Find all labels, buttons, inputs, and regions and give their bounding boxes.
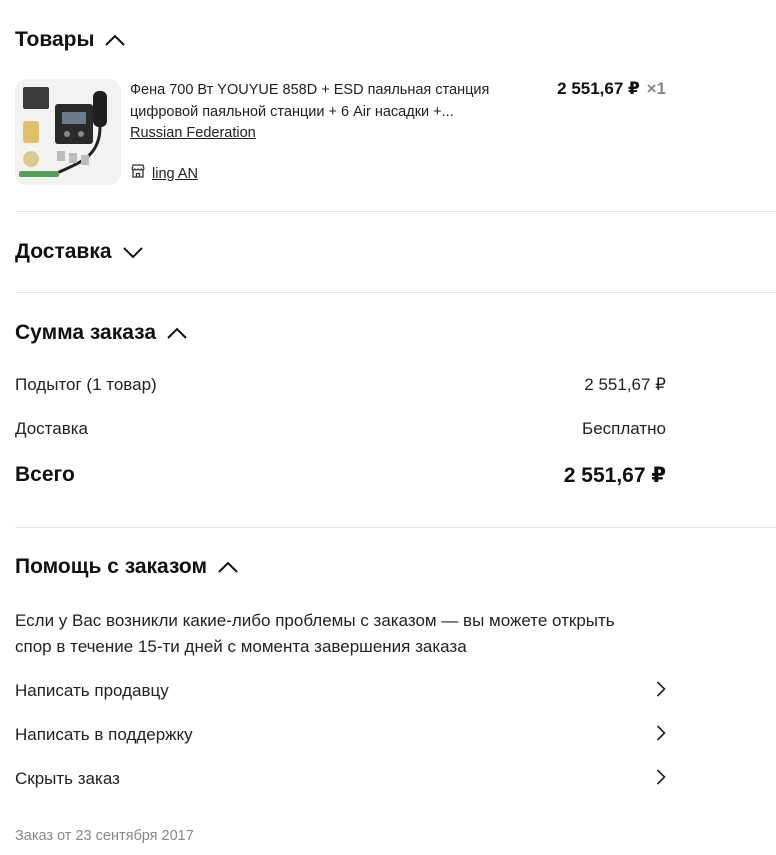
write-support-action[interactable]: Написать в поддержку xyxy=(15,720,666,750)
help-text-line1: Если у Вас возникли какие-либо проблемы … xyxy=(15,611,615,630)
write-seller-label: Написать продавцу xyxy=(15,681,169,700)
delivery-section-header[interactable]: Доставка xyxy=(15,240,144,264)
order-details-page: Товары Фена 700 Вт YOUYUE 858D + ESD пая… xyxy=(0,0,776,855)
country-link[interactable]: Russian Federation xyxy=(130,125,256,141)
hide-order-label: Скрыть заказ xyxy=(15,769,120,788)
seller-link-row[interactable]: ling AN xyxy=(130,163,198,184)
chevron-down-icon xyxy=(122,245,144,259)
product-price: 2 551,67 ₽ ×1 xyxy=(557,79,666,99)
delivery-label: Доставка xyxy=(15,419,89,438)
delivery-section-title: Доставка xyxy=(15,240,112,263)
seller-name[interactable]: ling AN xyxy=(152,166,198,182)
chevron-up-icon xyxy=(166,326,188,340)
product-image[interactable] xyxy=(15,79,121,185)
total-value: 2 551,67 ₽ xyxy=(563,464,666,487)
store-icon xyxy=(130,163,146,184)
order-date: Заказ от 23 сентября 2017 xyxy=(15,828,194,844)
subtotal-value: 2 551,67 ₽ xyxy=(584,375,666,394)
products-section-header[interactable]: Товары xyxy=(15,28,126,52)
subtotal-row: Подытог (1 товар) 2 551,67 ₽ xyxy=(15,375,666,395)
summary-section-header[interactable]: Сумма заказа xyxy=(15,321,188,345)
product-title-line1: Фена 700 Вт YOUYUE 858D + ESD паяльная с… xyxy=(130,82,490,98)
write-seller-action[interactable]: Написать продавцу xyxy=(15,676,666,706)
summary-section-title: Сумма заказа xyxy=(15,321,157,344)
product-quantity: ×1 xyxy=(646,79,666,98)
product-title-line2: цифровой паяльной станции + 6 Air насадк… xyxy=(130,104,454,120)
chevron-up-icon xyxy=(217,560,239,574)
divider xyxy=(15,211,776,212)
divider xyxy=(15,527,776,528)
products-section-title: Товары xyxy=(15,28,95,51)
hide-order-action[interactable]: Скрыть заказ xyxy=(15,764,666,794)
product-country[interactable]: Russian Federation xyxy=(130,124,256,142)
divider xyxy=(15,292,776,293)
product-price-value: 2 551,67 ₽ xyxy=(557,79,640,98)
help-text-line2: спор в течение 15-ти дней с момента заве… xyxy=(15,637,467,656)
total-label: Всего xyxy=(15,463,75,486)
product-title[interactable]: Фена 700 Вт YOUYUE 858D + ESD паяльная с… xyxy=(130,79,525,123)
help-description: Если у Вас возникли какие-либо проблемы … xyxy=(15,608,675,660)
total-row: Всего 2 551,67 ₽ xyxy=(15,463,666,488)
help-section-header[interactable]: Помощь с заказом xyxy=(15,555,239,579)
chevron-right-icon xyxy=(656,680,666,703)
delivery-value: Бесплатно xyxy=(582,419,666,438)
write-support-label: Написать в поддержку xyxy=(15,725,193,744)
delivery-row: Доставка Бесплатно xyxy=(15,419,666,439)
chevron-right-icon xyxy=(656,768,666,791)
chevron-right-icon xyxy=(656,724,666,747)
help-section-title: Помощь с заказом xyxy=(15,555,207,578)
chevron-up-icon xyxy=(104,33,126,47)
subtotal-label: Подытог (1 товар) xyxy=(15,375,157,394)
